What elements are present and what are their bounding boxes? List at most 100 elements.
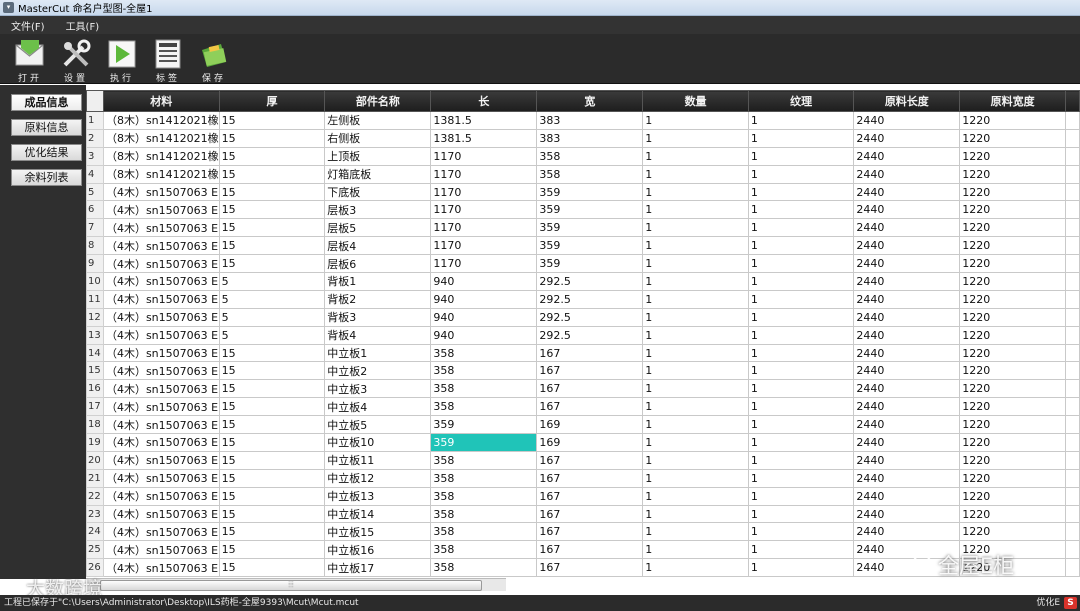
run-button[interactable]: 执行 (100, 34, 144, 84)
table-row[interactable]: 6 （4木）sn1507063 E 15 层板3 1170 359 1 1 2440 1220 (86, 200, 1080, 220)
table-cell[interactable]: 1 (747, 343, 855, 363)
column-header[interactable]: 材料 (102, 90, 220, 112)
table-cell[interactable]: 1 (642, 325, 749, 345)
table-cell[interactable]: （4木）sn1507063 E (102, 450, 220, 470)
menu-file[interactable]: 文件(F) (0, 18, 55, 33)
table-cell[interactable]: 359 (430, 433, 538, 452)
table-cell[interactable]: 358 (430, 558, 538, 578)
table-cell[interactable]: 359 (536, 218, 644, 238)
tab-optimize-result[interactable]: 优化结果 (11, 144, 82, 161)
table-cell[interactable]: （4木）sn1507063 E (102, 433, 220, 452)
table-cell[interactable]: 2440 (853, 164, 961, 184)
table-cell[interactable]: 层板6 (324, 254, 432, 274)
table-cell[interactable]: 1 (642, 379, 749, 399)
table-row[interactable]: 3 （8木）sn1412021橡 15 上顶板 1170 358 1 1 2440 1220 (86, 146, 1080, 166)
table-cell[interactable]: 层板5 (324, 218, 432, 238)
table-cell[interactable]: 1170 (430, 254, 538, 274)
table-cell[interactable]: 2440 (853, 450, 961, 470)
table-row[interactable]: 2 （8木）sn1412021橡 15 右侧板 1381.5 383 1 1 2440 1220 (86, 128, 1080, 148)
table-cell[interactable]: 2440 (853, 218, 961, 238)
table-row[interactable]: 21 （4木）sn1507063 E 15 中立板12 358 167 1 1 2440 1220 (86, 468, 1080, 488)
table-cell[interactable]: 167 (536, 558, 644, 578)
parts-grid[interactable]: 材料厚部件名称长宽数量 纹理 原料长度 原料宽度 1 （8木）sn1412021橡 15 左… (86, 90, 1080, 578)
table-cell[interactable]: （4木）sn1507063 E (102, 415, 220, 435)
table-cell[interactable]: 2440 (853, 289, 961, 309)
table-cell[interactable]: 1220 (959, 254, 1067, 274)
table-cell[interactable]: 1220 (959, 504, 1067, 524)
table-cell[interactable]: （4木）sn1507063 E (102, 468, 220, 488)
table-cell[interactable]: 1 (642, 450, 749, 470)
table-cell[interactable]: 15 (218, 182, 326, 202)
table-cell[interactable]: 1 (642, 254, 749, 274)
table-cell[interactable]: 背板1 (324, 272, 432, 291)
label-button[interactable]: 标签 (146, 34, 190, 84)
table-cell[interactable]: 15 (218, 486, 326, 506)
table-cell[interactable]: 1220 (959, 397, 1067, 417)
table-cell[interactable]: 左侧板 (324, 111, 432, 130)
table-cell[interactable]: 2440 (853, 111, 961, 130)
table-cell[interactable]: 1 (747, 468, 855, 488)
table-cell[interactable]: 15 (218, 146, 326, 166)
table-cell[interactable]: 2440 (853, 504, 961, 524)
settings-button[interactable]: 设置 (54, 34, 98, 84)
table-cell[interactable]: 1170 (430, 182, 538, 202)
table-row[interactable]: 9 （4木）sn1507063 E 15 层板6 1170 359 1 1 2440 1220 (86, 254, 1080, 274)
table-cell[interactable]: 中立板4 (324, 397, 432, 417)
column-header[interactable]: 部件名称 (324, 90, 432, 112)
table-cell[interactable]: 2440 (853, 272, 961, 291)
table-cell[interactable]: 15 (218, 504, 326, 524)
column-header[interactable]: 数量 (642, 90, 749, 112)
table-cell[interactable]: 1 (747, 486, 855, 506)
table-cell[interactable]: 中立板14 (324, 504, 432, 524)
table-cell[interactable]: 中立板1 (324, 343, 432, 363)
table-cell[interactable]: 上顶板 (324, 146, 432, 166)
table-cell[interactable]: 358 (430, 504, 538, 524)
table-cell[interactable]: 1 (747, 254, 855, 274)
table-cell[interactable]: 5 (218, 272, 326, 291)
scroll-thumb[interactable]: ⦙⦙⦙ (100, 580, 482, 591)
table-cell[interactable]: 1 (642, 433, 749, 452)
table-cell[interactable]: 1220 (959, 433, 1067, 452)
table-row[interactable]: 4 （8木）sn1412021橡 15 灯箱底板 1170 358 1 1 2440 1220 (86, 164, 1080, 184)
table-cell[interactable]: 2440 (853, 128, 961, 148)
table-cell[interactable]: 2440 (853, 397, 961, 417)
table-cell[interactable]: 1 (747, 128, 855, 148)
table-cell[interactable]: 15 (218, 343, 326, 363)
table-cell[interactable]: 1 (642, 397, 749, 417)
table-cell[interactable]: 1 (747, 558, 855, 578)
table-cell[interactable]: 1 (642, 343, 749, 363)
table-cell[interactable]: 1 (747, 164, 855, 184)
table-cell[interactable]: 中立板17 (324, 558, 432, 578)
table-cell[interactable]: 背板2 (324, 289, 432, 309)
table-cell[interactable]: 15 (218, 218, 326, 238)
table-cell[interactable]: 1 (747, 450, 855, 470)
table-cell[interactable]: 中立板11 (324, 450, 432, 470)
table-row[interactable]: 5 （4木）sn1507063 E 15 下底板 1170 359 1 1 2440 1220 (86, 182, 1080, 202)
table-cell[interactable]: 1220 (959, 522, 1067, 542)
table-cell[interactable]: 下底板 (324, 182, 432, 202)
table-cell[interactable]: 1 (747, 540, 855, 560)
table-cell[interactable]: 1220 (959, 307, 1067, 327)
table-cell[interactable]: 292.5 (536, 289, 644, 309)
table-cell[interactable]: 1 (747, 182, 855, 202)
table-cell[interactable]: 1170 (430, 146, 538, 166)
table-cell[interactable]: 15 (218, 522, 326, 542)
table-cell[interactable]: 169 (536, 415, 644, 435)
horizontal-scrollbar[interactable]: ⦙⦙⦙ (86, 578, 506, 591)
table-cell[interactable]: 2440 (853, 522, 961, 542)
table-cell[interactable]: 15 (218, 540, 326, 560)
table-cell[interactable]: 940 (430, 325, 538, 345)
table-row[interactable]: 10 （4木）sn1507063 E 5 背板1 940 292.5 1 1 2440 1220 (86, 272, 1080, 291)
table-cell[interactable]: 15 (218, 397, 326, 417)
table-cell[interactable]: 1381.5 (430, 111, 538, 130)
table-cell[interactable]: 15 (218, 415, 326, 435)
table-cell[interactable]: （8木）sn1412021橡 (102, 111, 220, 130)
table-cell[interactable]: 2440 (853, 325, 961, 345)
tab-material-info[interactable]: 原料信息 (11, 119, 82, 136)
table-cell[interactable]: 358 (430, 361, 538, 381)
table-cell[interactable]: 1220 (959, 128, 1067, 148)
column-header[interactable]: 纹理 (747, 90, 855, 112)
table-row[interactable]: 22 （4木）sn1507063 E 15 中立板13 358 167 1 1 2440 1220 (86, 486, 1080, 506)
table-cell[interactable]: 1 (747, 111, 855, 130)
table-cell[interactable]: 15 (218, 450, 326, 470)
